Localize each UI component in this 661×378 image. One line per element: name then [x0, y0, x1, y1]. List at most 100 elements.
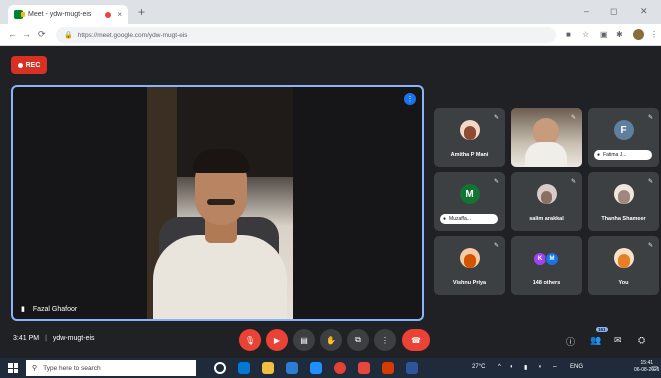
- leave-call-button[interactable]: ☎: [402, 329, 430, 351]
- pin-icon: ●: [443, 216, 447, 222]
- participant-tile[interactable]: ✎: [511, 108, 582, 167]
- recording-indicator-icon: [105, 11, 112, 18]
- battery-icon[interactable]: ▮: [524, 364, 527, 371]
- weather-text[interactable]: 27°C: [472, 364, 485, 370]
- camera-icon[interactable]: ■: [566, 30, 571, 39]
- more-options-button[interactable]: ⋮: [374, 329, 396, 351]
- info-icon[interactable]: ⓘ: [566, 335, 575, 348]
- raise-hand-button[interactable]: ✋: [320, 329, 342, 351]
- others-count: 148 others: [532, 280, 561, 286]
- mic-off-icon: ✎: [647, 243, 653, 249]
- participant-name: salim arakkal: [529, 216, 564, 222]
- main-speaker-label: ▮ Fazal Ghafoor: [21, 305, 78, 314]
- people-icon[interactable]: 👥: [590, 335, 601, 346]
- participant-name: Thanha Shameer: [601, 216, 646, 222]
- url-field[interactable]: 🔒 https://meet.google.com/ydw-mugt-eis: [56, 27, 556, 43]
- chrome-icon[interactable]: [334, 362, 346, 374]
- pin-icon: ▮: [21, 306, 25, 313]
- menu-dots-icon[interactable]: ⋮: [650, 30, 658, 39]
- puzzle-icon[interactable]: ✱: [616, 30, 623, 39]
- recording-badge: REC: [11, 56, 47, 74]
- back-arrow-icon[interactable]: ←: [8, 29, 17, 39]
- participant-tile[interactable]: ✎ M ● Muzaffa...: [434, 172, 505, 231]
- wifi-icon[interactable]: ⌔: [552, 364, 558, 372]
- hand-icon: ✋: [326, 335, 336, 345]
- edge-icon[interactable]: [238, 362, 250, 374]
- present-button[interactable]: ⧉: [347, 329, 369, 351]
- record-dot-icon: [17, 62, 23, 68]
- store-icon[interactable]: [286, 362, 298, 374]
- participant-avatar: [459, 120, 480, 140]
- meeting-code: ydw-mugt-eis: [52, 335, 95, 342]
- speaking-indicator-icon: ⋮: [404, 93, 416, 105]
- notifications-icon[interactable]: ▭: [651, 363, 659, 372]
- file-explorer-icon[interactable]: [262, 362, 274, 374]
- search-icon: ⚲: [32, 365, 38, 372]
- participant-name: Amitha P Mani: [450, 152, 489, 158]
- mic-off-icon: 🎙: [244, 335, 256, 345]
- profile-avatar[interactable]: [633, 29, 644, 40]
- participant-tile[interactable]: ✎ Amitha P Mani: [434, 108, 505, 167]
- mic-off-icon: ✎: [647, 179, 653, 185]
- mic-off-icon: ✎: [570, 115, 576, 121]
- participant-tile[interactable]: ✎ F ● Fatima J...: [588, 108, 659, 167]
- participant-name: Muzaffa...: [449, 216, 471, 222]
- address-bar-row: ← → ⟳ 🔒 https://meet.google.com/ydw-mugt…: [0, 24, 661, 46]
- main-speaker-name: Fazal Ghafoor: [32, 305, 78, 313]
- lock-icon: 🔒: [64, 32, 73, 39]
- chat-icon[interactable]: ✉: [614, 335, 622, 346]
- participant-tile[interactable]: ✎ Thanha Shameer: [588, 172, 659, 231]
- app-icon[interactable]: [358, 362, 370, 374]
- cortana-icon[interactable]: [214, 362, 226, 374]
- mail-icon[interactable]: [310, 362, 322, 374]
- participant-avatar: M: [459, 184, 480, 204]
- participant-name: Vishnu Priya: [452, 280, 487, 286]
- mic-off-icon: ✎: [493, 115, 499, 121]
- meeting-details: 3:41 PM | ydw-mugt-eis: [13, 335, 95, 342]
- browser-tab[interactable]: Meet - ydw-mugt-eis ×: [8, 5, 128, 24]
- pin-icon: ●: [597, 152, 601, 158]
- forward-arrow-icon[interactable]: →: [22, 29, 31, 39]
- tab-title: Meet - ydw-mugt-eis: [28, 11, 92, 18]
- network-icon[interactable]: ◐: [510, 364, 514, 370]
- people-count-badge: 161: [596, 327, 608, 332]
- participant-name: Fatima J...: [603, 152, 627, 158]
- powerpoint-icon[interactable]: [382, 362, 394, 374]
- maximize-button[interactable]: ◻: [610, 6, 617, 17]
- main-speaker-tile[interactable]: ⋮ ▮ Fazal Ghafoor: [11, 85, 424, 321]
- minimize-button[interactable]: –: [584, 6, 589, 16]
- participant-tile[interactable]: ✎ Vishnu Priya: [434, 236, 505, 295]
- present-screen-icon: ⧉: [355, 335, 361, 344]
- self-tile[interactable]: ✎ You: [588, 236, 659, 295]
- mic-toggle-button[interactable]: 🎙: [239, 329, 261, 351]
- reload-icon[interactable]: ⟳: [38, 29, 46, 40]
- windows-start-icon[interactable]: [8, 363, 18, 373]
- tray-chevron-icon[interactable]: ^: [498, 364, 501, 370]
- participant-avatar: [459, 248, 480, 268]
- windows-taskbar: ⚲ Type here to search 27°C ^ ◐ ▮ ◖ ⌔ ENG…: [0, 358, 661, 378]
- speaker-video: [147, 87, 293, 319]
- participant-avatar: [613, 248, 634, 268]
- extension-icon[interactable]: ▣: [600, 30, 608, 39]
- language-indicator[interactable]: ENG: [570, 364, 583, 370]
- url-text: https://meet.google.com/ydw-mugt-eis: [77, 31, 188, 39]
- taskbar-search-input[interactable]: ⚲ Type here to search: [26, 360, 196, 376]
- more-vertical-icon: ⋮: [381, 335, 389, 345]
- word-icon[interactable]: [406, 362, 418, 374]
- tab-close-icon[interactable]: ×: [117, 10, 122, 19]
- mic-off-icon: ✎: [493, 243, 499, 249]
- participant-tile[interactable]: ✎ salim arakkal: [511, 172, 582, 231]
- meeting-time: 3:41 PM: [13, 335, 40, 342]
- browser-tab-strip: Meet - ydw-mugt-eis × + – ◻ ✕: [0, 0, 661, 24]
- volume-icon[interactable]: ◖: [538, 364, 542, 370]
- hang-up-icon: ☎: [411, 335, 421, 345]
- activities-icon[interactable]: ⛭: [638, 335, 645, 346]
- captions-button[interactable]: ▤: [293, 329, 315, 351]
- new-tab-button[interactable]: +: [138, 6, 145, 18]
- bookmark-star-icon[interactable]: ☆: [582, 30, 589, 39]
- others-tile[interactable]: K M 148 others: [511, 236, 582, 295]
- meet-window: REC ⋮ ▮ Fazal Ghafoor ✎ Amitha P Mani ✎: [0, 46, 661, 358]
- close-window-button[interactable]: ✕: [640, 6, 648, 17]
- camera-toggle-button[interactable]: ▶: [266, 329, 288, 351]
- captions-icon: ▤: [300, 335, 308, 345]
